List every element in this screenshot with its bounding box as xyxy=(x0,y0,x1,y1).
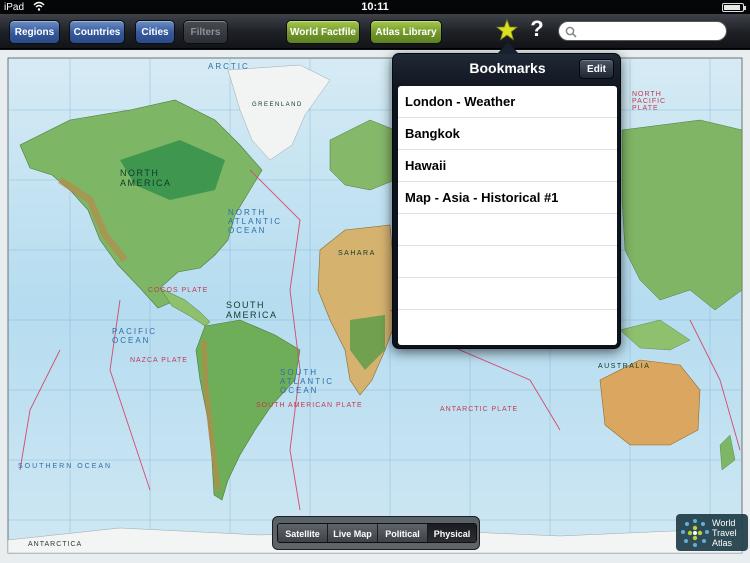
logo-line: Atlas xyxy=(712,538,733,548)
bookmark-item[interactable]: Hawaii xyxy=(398,150,617,182)
edit-button[interactable]: Edit xyxy=(579,59,614,79)
map-label-land: AUSTRALIA xyxy=(598,363,651,370)
logo-line: Travel xyxy=(712,528,737,538)
battery-icon xyxy=(722,3,746,12)
map-label-ocean: PACIFIC OCEAN xyxy=(112,327,157,345)
map-label-land: ANTARCTICA xyxy=(28,541,83,548)
logo-line: World xyxy=(712,518,736,528)
bookmark-item[interactable]: London - Weather xyxy=(398,86,617,118)
empty-row xyxy=(398,278,617,310)
satellite-tab[interactable]: Satellite xyxy=(278,524,328,542)
map-label-land: GREENLAND xyxy=(252,102,303,108)
map-label-plate: NORTH PACIFIC PLATE xyxy=(632,91,667,112)
countries-button[interactable]: Countries xyxy=(69,20,125,44)
cities-button[interactable]: Cities xyxy=(135,20,175,44)
live-map-tab[interactable]: Live Map xyxy=(328,524,378,542)
status-time: 10:11 xyxy=(361,1,389,13)
empty-row xyxy=(398,214,617,246)
popover-arrow xyxy=(497,42,519,54)
bookmark-item[interactable]: Map - Asia - Historical #1 xyxy=(398,182,617,214)
bookmark-list: London - Weather Bangkok Hawaii Map - As… xyxy=(398,86,617,345)
map-label-land: SOUTH AMERICA xyxy=(226,300,278,320)
globe-dots-icon xyxy=(681,519,709,547)
magnifier-icon xyxy=(565,26,577,38)
battery-fill xyxy=(724,5,741,10)
world-factfile-button[interactable]: World Factfile xyxy=(286,20,360,44)
map-label-ocean: ARCTIC xyxy=(208,62,250,71)
map-label-land: SAHARA xyxy=(338,250,376,257)
filters-button[interactable]: Filters xyxy=(183,20,228,44)
atlas-library-button[interactable]: Atlas Library xyxy=(370,20,442,44)
map-label-plate: NAZCA PLATE xyxy=(130,357,188,364)
status-bar: iPad 10:11 xyxy=(0,0,750,14)
political-tab[interactable]: Political xyxy=(378,524,428,542)
map-label-ocean: NORTH ATLANTIC OCEAN xyxy=(228,208,283,235)
map-mode-segments: Satellite Live Map Political Physical xyxy=(277,523,477,543)
empty-row xyxy=(398,310,617,342)
map-label-ocean: SOUTH ATLANTIC OCEAN xyxy=(280,368,335,395)
map-canvas xyxy=(7,57,743,554)
bookmark-item[interactable]: Bangkok xyxy=(398,118,617,150)
bookmarks-popover: Bookmarks Edit London - Weather Bangkok … xyxy=(392,53,621,349)
search-field[interactable] xyxy=(558,21,727,41)
map-label-plate: ANTARCTIC PLATE xyxy=(440,406,519,413)
map-label-plate: SOUTH AMERICAN PLATE xyxy=(256,402,363,409)
australia-landmass xyxy=(599,359,701,446)
regions-button[interactable]: Regions xyxy=(9,20,60,44)
map-label-land: NORTH AMERICA xyxy=(120,168,172,188)
map-mode-control: Satellite Live Map Political Physical xyxy=(272,516,480,550)
world-travel-atlas-logo: World Travel Atlas xyxy=(676,514,748,551)
world-map[interactable]: ARCTIC GREENLAND NORTH AMERICA NORTH ATL… xyxy=(0,50,750,563)
empty-row xyxy=(398,246,617,278)
search-input[interactable] xyxy=(581,23,721,39)
star-icon[interactable] xyxy=(496,19,518,41)
question-icon[interactable]: ? xyxy=(526,17,548,41)
logo-text: World Travel Atlas xyxy=(712,518,737,548)
map-label-ocean: SOUTHERN OCEAN xyxy=(18,463,113,470)
physical-tab[interactable]: Physical xyxy=(428,524,476,542)
map-label-plate: COCOS PLATE xyxy=(148,287,209,294)
